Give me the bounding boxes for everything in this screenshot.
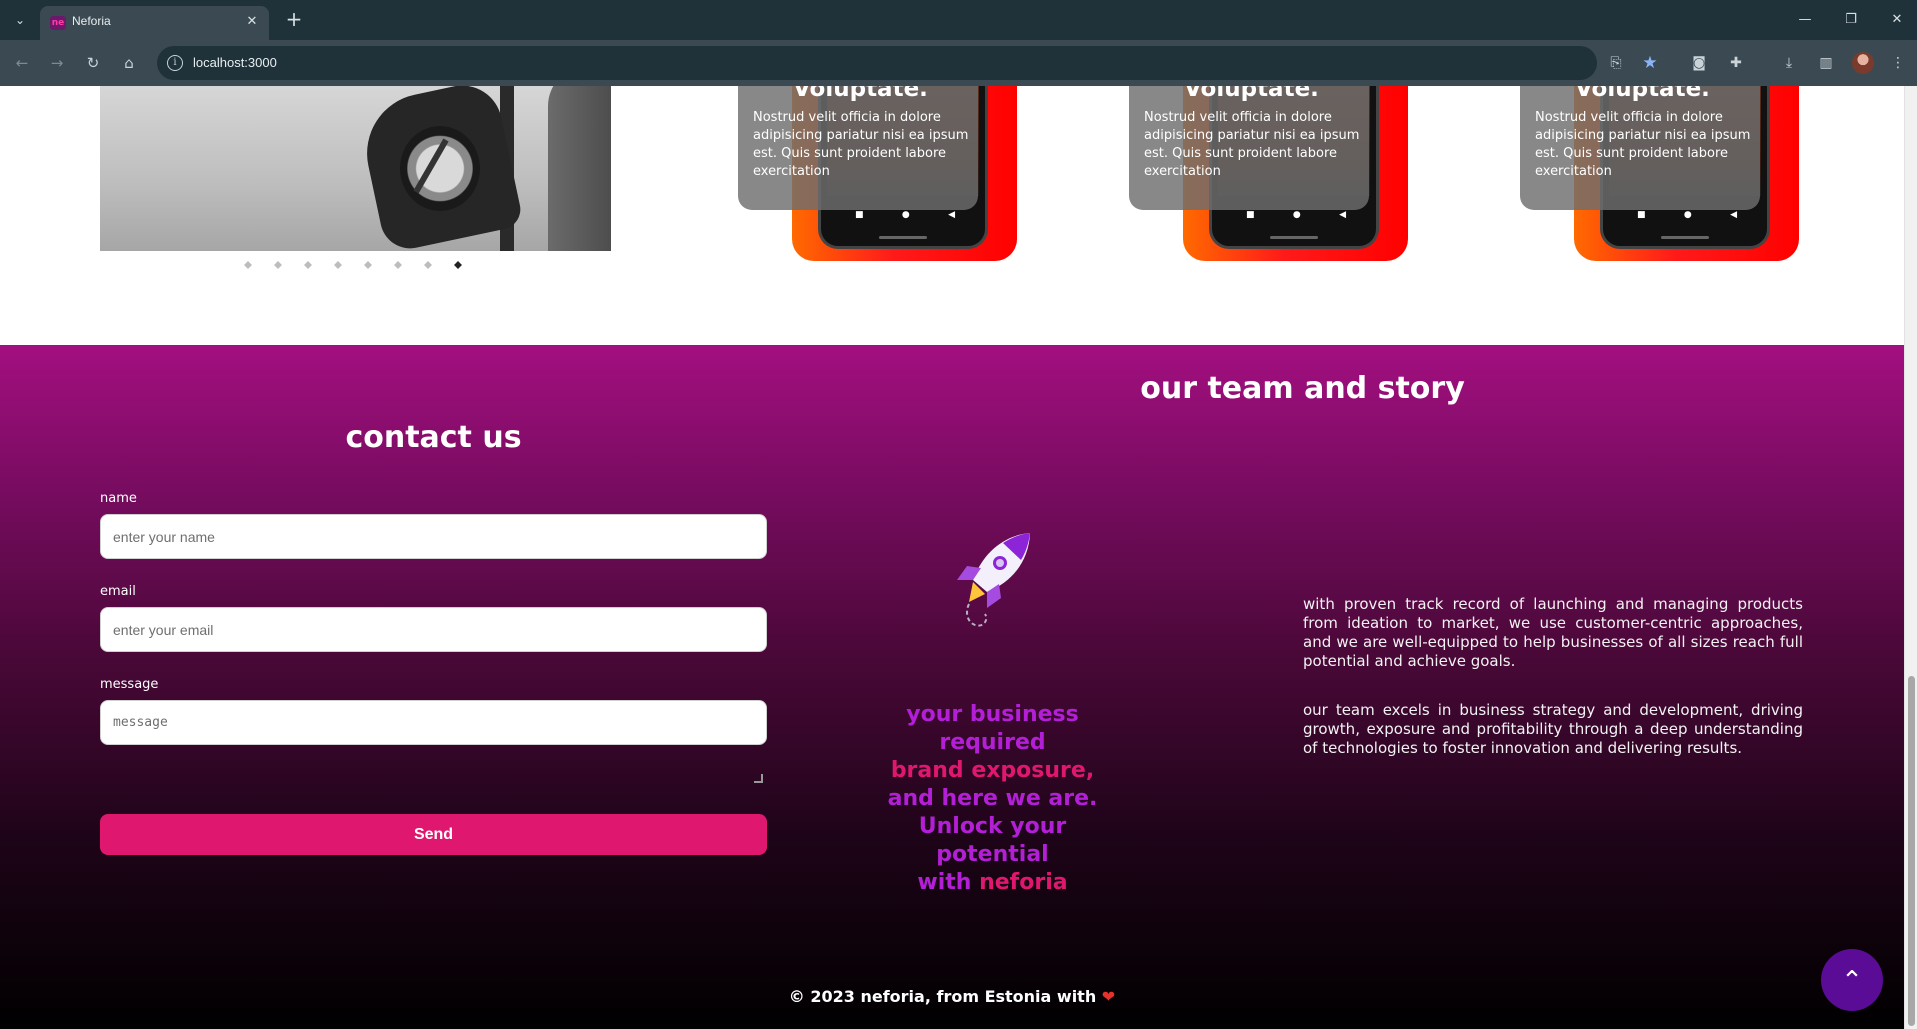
camera-icon[interactable]: ◙ (1687, 51, 1711, 75)
browser-titlebar: ⌄ ne Neforia ✕ + — ❐ ✕ (0, 0, 1917, 40)
feature-card[interactable]: ■ ● ◀ Voluptate. Nostrud velit officia in … (1520, 86, 1820, 261)
card-text: Nostrud velit officia in dolore adipisic… (1144, 110, 1360, 179)
card-text: Nostrud velit officia in dolore adipisic… (753, 110, 969, 179)
arrow-right-icon[interactable]: → (45, 51, 69, 75)
features-section: ■ ● ◀ Voluptate. Nostrud velit officia in … (0, 86, 1904, 345)
browser-tab[interactable]: ne Neforia ✕ (40, 6, 269, 40)
restore-icon[interactable]: ❐ (1839, 8, 1863, 32)
footer-text: © 2023 neforia, from Estonia with (788, 987, 1097, 1006)
phone-home-indicator (879, 236, 927, 239)
favicon-icon: ne (50, 16, 66, 30)
signal-lens-image (400, 126, 480, 211)
new-tab-button[interactable]: + (282, 8, 306, 32)
browser-toolbar: ← → ↻ ⌂ i localhost:3000 ⎘ ⎘ ★ ◙ ✚ ⤓ ▥ ⋮ (0, 40, 1917, 86)
install-app-icon[interactable]: ⎘ (1605, 52, 1627, 74)
close-window-icon[interactable]: ✕ (1885, 8, 1909, 32)
email-input[interactable] (100, 607, 767, 652)
carousel-dot[interactable] (394, 261, 402, 269)
carousel-dot[interactable] (274, 261, 282, 269)
tree-trunk-image (548, 86, 611, 251)
card-overlay: Voluptate. Nostrud velit officia in dolo… (1129, 86, 1369, 210)
carousel-dot[interactable] (244, 261, 252, 269)
reload-icon[interactable]: ↻ (81, 51, 105, 75)
more-vertical-icon[interactable]: ⋮ (1886, 51, 1910, 75)
team-title: our team and story (1140, 371, 1465, 406)
page-viewport: ■ ● ◀ Voluptate. Nostrud velit officia in … (0, 86, 1917, 1029)
team-paragraph: our team excels in business strategy and… (1303, 701, 1803, 757)
rocket-icon (957, 533, 1030, 627)
chevron-down-icon[interactable]: ⌄ (8, 9, 32, 31)
scrollbar[interactable] (1904, 86, 1917, 1029)
brand-name: neforia (979, 870, 1068, 895)
card-title: Voluptate. (793, 86, 928, 102)
heart-icon: ❤ (1101, 987, 1116, 1006)
star-icon[interactable]: ★ (1639, 52, 1661, 74)
name-label: name (100, 491, 137, 506)
card-title: Voluptate. (1184, 86, 1319, 102)
puzzle-icon[interactable]: ✚ (1724, 51, 1748, 75)
slogan: your business required brand exposure, a… (860, 701, 1125, 897)
carousel-dot[interactable] (454, 261, 462, 269)
feature-card[interactable]: ■ ● ◀ Voluptate. Nostrud velit officia in … (1129, 86, 1429, 261)
scroll-to-top-button[interactable]: ⌃ (1821, 949, 1883, 1011)
phone-nav-bar: ■ ● ◀ (1246, 210, 1346, 220)
slogan-line: brand exposure, (890, 758, 1095, 783)
name-input[interactable] (100, 514, 767, 559)
carousel-dot[interactable] (364, 261, 372, 269)
carousel-dot[interactable] (334, 261, 342, 269)
phone-nav-bar: ■ ● ◀ (1637, 210, 1737, 220)
card-text: Nostrud velit officia in dolore adipisic… (1535, 110, 1751, 179)
slogan-line: and here we are. (887, 786, 1098, 811)
side-panel-icon[interactable]: ▥ (1814, 51, 1838, 75)
carousel-dot[interactable] (424, 261, 432, 269)
url-text[interactable]: localhost:3000 (193, 55, 277, 70)
carousel-dot[interactable] (304, 261, 312, 269)
resize-grip-icon[interactable] (754, 774, 763, 783)
contact-title: contact us (345, 420, 522, 455)
card-overlay: Voluptate. Nostrud velit officia in dolo… (1520, 86, 1760, 210)
address-bar[interactable]: i localhost:3000 ⎘ (157, 46, 1597, 80)
phone-home-indicator (1661, 236, 1709, 239)
message-label: message (100, 677, 159, 692)
minimize-icon[interactable]: — (1793, 8, 1817, 32)
contact-team-section: contact us name email message Send your … (0, 345, 1904, 1029)
home-icon[interactable]: ⌂ (117, 51, 141, 75)
slogan-line: with neforia (860, 869, 1125, 897)
slogan-line: required (939, 730, 1046, 755)
footer: © 2023 neforia, from Estonia with ❤ (0, 987, 1904, 1006)
slogan-line: potential (936, 842, 1049, 867)
slogan-prefix: with (917, 870, 980, 895)
team-paragraph: with proven track record of launching an… (1303, 595, 1803, 670)
message-textarea[interactable] (100, 700, 767, 745)
traffic-light-photo (100, 86, 611, 251)
card-title: Voluptate. (1575, 86, 1710, 102)
slogan-line: your business (906, 702, 1079, 727)
email-label: email (100, 584, 136, 599)
scrollbar-thumb[interactable] (1908, 676, 1915, 1026)
phone-nav-bar: ■ ● ◀ (855, 210, 955, 220)
close-icon[interactable]: ✕ (243, 13, 261, 31)
info-icon[interactable]: i (167, 55, 183, 71)
card-overlay: Voluptate. Nostrud velit officia in dolo… (738, 86, 978, 210)
avatar[interactable] (1852, 52, 1874, 74)
send-button[interactable]: Send (100, 814, 767, 855)
tab-title: Neforia (72, 14, 111, 28)
slogan-line: Unlock your (918, 814, 1067, 839)
phone-home-indicator (1270, 236, 1318, 239)
feature-card[interactable]: ■ ● ◀ Voluptate. Nostrud velit officia in … (738, 86, 1038, 261)
download-icon[interactable]: ⤓ (1777, 51, 1801, 75)
chevron-up-icon: ⌃ (1841, 965, 1863, 995)
arrow-left-icon[interactable]: ← (10, 51, 34, 75)
carousel-dots (244, 261, 462, 271)
